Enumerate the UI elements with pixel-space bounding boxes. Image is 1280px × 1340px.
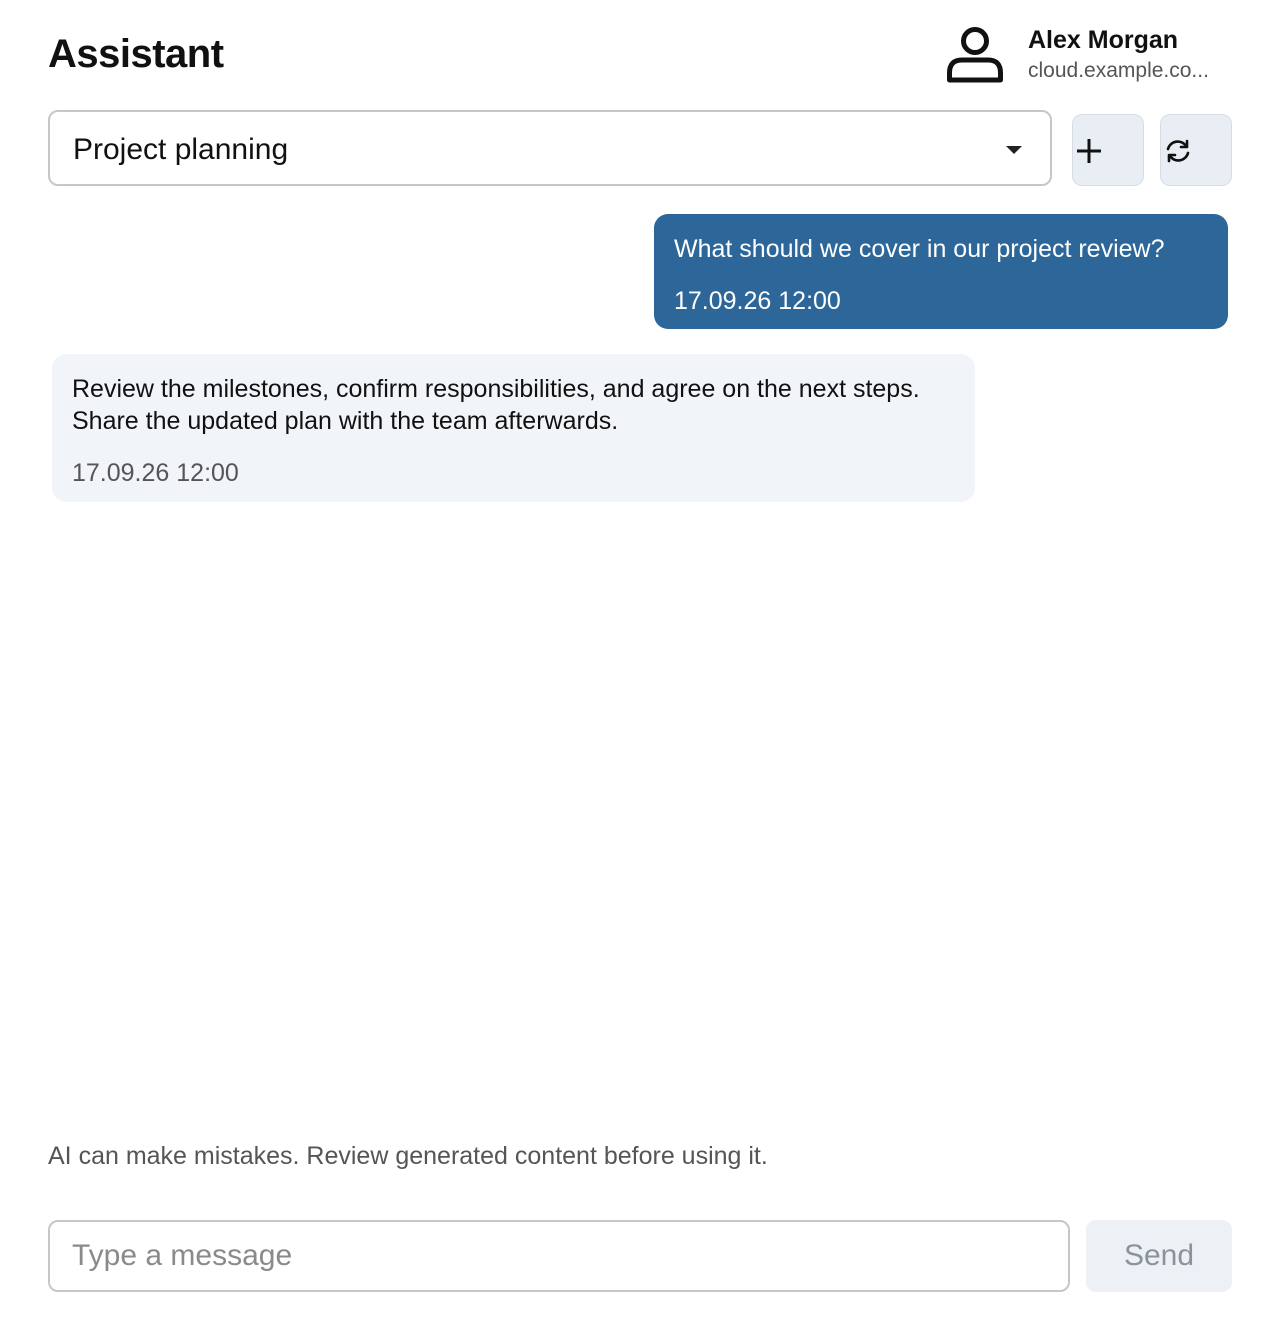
- user-name: Alex Morgan: [1028, 26, 1179, 54]
- assistant-message: Review the milestones, confirm responsib…: [52, 354, 975, 502]
- user-message: What should we cover in our project revi…: [654, 214, 1228, 329]
- user-avatar-icon: [944, 24, 1006, 86]
- message-text: Review the milestones, confirm responsib…: [72, 375, 920, 435]
- message-input[interactable]: [48, 1220, 1070, 1292]
- message-timestamp: 17.09.26 12:00: [674, 287, 841, 315]
- message-timestamp: 17.09.26 12:00: [72, 459, 239, 487]
- user-account[interactable]: Alex Morgan cloud.example.co...: [944, 22, 1236, 86]
- refresh-button[interactable]: [1160, 114, 1232, 186]
- send-button[interactable]: Send: [1086, 1220, 1232, 1292]
- refresh-icon: [1166, 139, 1190, 163]
- new-conversation-button[interactable]: [1072, 114, 1144, 186]
- message-text: What should we cover in our project revi…: [674, 235, 1165, 263]
- user-host: cloud.example.co...: [1028, 59, 1209, 82]
- chevron-down-icon: [1006, 146, 1022, 154]
- ai-disclaimer: AI can make mistakes. Review generated c…: [48, 1142, 768, 1170]
- app-title: Assistant: [48, 32, 224, 76]
- plus-icon: [1077, 139, 1101, 163]
- conversation-select[interactable]: Project planning: [48, 110, 1052, 186]
- conversation-select-value: Project planning: [73, 133, 289, 166]
